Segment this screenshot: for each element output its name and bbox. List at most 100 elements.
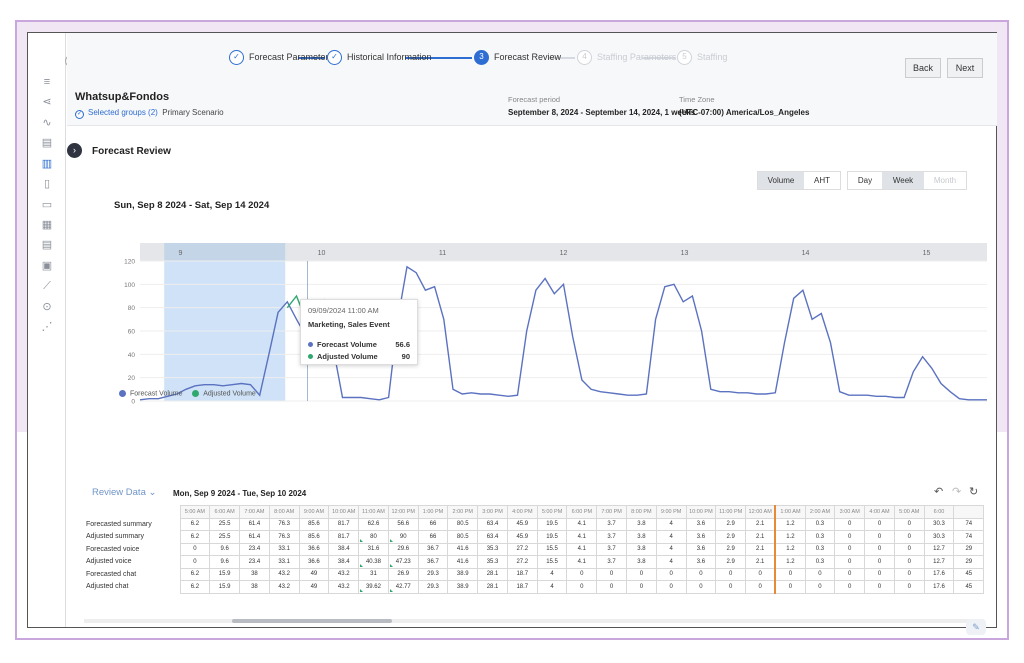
database-icon[interactable]: ≡ [41,76,53,88]
table-cell[interactable]: 76.3 [268,517,300,531]
table-cell[interactable]: 25.5 [209,530,241,544]
share-icon[interactable]: ⋖ [41,96,53,108]
toggle-month[interactable]: Month [924,172,966,189]
table-cell[interactable]: 0 [655,567,687,581]
step-staffing-parameters[interactable]: 4 Staffing Parameters [577,49,676,66]
table-cell[interactable]: 0 [774,567,806,581]
table-cell[interactable]: 0.3 [804,530,836,544]
table-cell[interactable]: 6.2 [179,567,211,581]
table-cell[interactable]: 85.6 [298,530,330,544]
table-cell[interactable]: 0 [179,542,211,556]
table-cell[interactable]: 42.77 [387,580,419,594]
table-cell[interactable]: 45.9 [506,517,538,531]
toggle-volume[interactable]: Volume [758,172,804,189]
table-cell[interactable]: 0 [625,580,657,594]
table-cell[interactable]: 2.1 [745,517,777,531]
table-cell[interactable]: 38.4 [328,555,360,569]
calendar-icon[interactable]: ▣ [41,260,53,272]
table-cell[interactable]: 36.7 [417,542,449,556]
table-cell[interactable]: 3.7 [596,530,627,544]
table-cell[interactable]: 36.6 [298,555,330,569]
table-cell[interactable]: 2.9 [715,555,747,569]
table-cell[interactable]: 0 [834,530,866,544]
section-expand-button[interactable]: › [67,143,82,158]
table-cell[interactable]: 2.1 [745,542,777,556]
table-cell[interactable]: 29 [953,542,985,556]
table-cell[interactable]: 35.3 [477,542,508,556]
table-cell[interactable]: 0.3 [804,555,836,569]
table-cell[interactable]: 0 [893,567,925,581]
table-cell[interactable]: 3.8 [625,517,657,531]
table-cell[interactable]: 4.1 [566,555,598,569]
table-cell[interactable]: 4 [536,567,568,581]
table-scrollbar[interactable] [84,619,984,623]
table-cell[interactable]: 61.4 [239,530,270,544]
table-cell[interactable]: 26.9 [387,567,419,581]
table-cell[interactable]: 0 [804,567,836,581]
table-cell[interactable]: 19.5 [536,517,568,531]
line-chart-icon[interactable]: ∿ [41,117,53,129]
table-cell[interactable]: 66 [417,530,449,544]
table-cell[interactable]: 3.7 [596,542,627,556]
scrollbar-thumb[interactable] [232,619,392,623]
table-cell[interactable]: 29.3 [417,567,449,581]
table-cell[interactable]: 18.7 [506,580,538,594]
table-cell[interactable]: 85.6 [298,517,330,531]
table-cell[interactable]: 38.4 [328,542,360,556]
table-cell[interactable]: 31.6 [358,542,389,556]
table-cell[interactable]: 29.3 [417,580,449,594]
table-cell[interactable]: 25.5 [209,517,241,531]
table-cell[interactable]: 2.9 [715,530,747,544]
table-cell[interactable]: 3.8 [625,555,657,569]
table-cell[interactable]: 2.9 [715,542,747,556]
table-cell[interactable]: 15.5 [536,542,568,556]
table-cell[interactable]: 4 [655,517,687,531]
document-icon[interactable]: ▯ [41,178,53,190]
table-cell[interactable]: 3.6 [685,530,717,544]
table-cell[interactable]: 3.8 [625,530,657,544]
table-cell[interactable]: 66 [417,517,449,531]
table-cell[interactable]: 0.3 [804,517,836,531]
table-cell[interactable]: 23.4 [239,542,270,556]
table-cell[interactable]: 0 [893,555,925,569]
table-cell[interactable]: 0 [834,567,866,581]
table-cell[interactable]: 4.1 [566,517,598,531]
table-cell[interactable]: 2.1 [745,555,777,569]
table-cell[interactable]: 12.7 [923,555,955,569]
table-cell[interactable]: 30.3 [923,530,955,544]
table-cell[interactable]: 49 [298,567,330,581]
table-cell[interactable]: 33.1 [268,555,300,569]
table-cell[interactable]: 0 [566,567,598,581]
table-cell[interactable]: 49 [298,580,330,594]
table-cell[interactable]: 28.1 [477,567,508,581]
table-cell[interactable]: 76.3 [268,530,300,544]
step-forecast-parameters[interactable]: ✓ Forecast Parameters [229,49,333,66]
table-cell[interactable]: 38 [239,580,270,594]
table-cell[interactable]: 27.2 [506,542,538,556]
table-cell[interactable]: 6.2 [179,517,211,531]
table-cell[interactable]: 3.6 [685,542,717,556]
table-cell[interactable]: 80.5 [447,517,479,531]
trend-icon[interactable]: ⟋ [41,280,53,292]
table-cell[interactable]: 4.1 [566,530,598,544]
table-cell[interactable]: 0 [715,580,747,594]
table-cell[interactable]: 23.4 [239,555,270,569]
table-cell[interactable]: 31 [358,567,389,581]
table-cell[interactable]: 0 [596,580,627,594]
table-cell[interactable]: 62.6 [358,517,389,531]
table-cell[interactable]: 0 [834,542,866,556]
table-cell[interactable]: 38 [239,567,270,581]
table-cell[interactable]: 0 [685,580,717,594]
table-cell[interactable]: 6.2 [179,530,211,544]
legend-forecast[interactable]: Forecast Volume [130,390,183,397]
refresh-icon[interactable]: ↻ [969,485,978,498]
report-icon[interactable]: ▤ [41,137,53,149]
table-cell[interactable]: 43.2 [268,567,300,581]
scatter-icon[interactable]: ⋰ [41,321,53,333]
table-cell[interactable]: 15.9 [209,580,241,594]
table-cell[interactable]: 27.2 [506,555,538,569]
table-cell[interactable]: 45.9 [506,530,538,544]
table-cell[interactable]: 0 [179,555,211,569]
step-forecast-review[interactable]: 3 Forecast Review [474,49,561,66]
table-cell[interactable]: 74 [953,530,985,544]
